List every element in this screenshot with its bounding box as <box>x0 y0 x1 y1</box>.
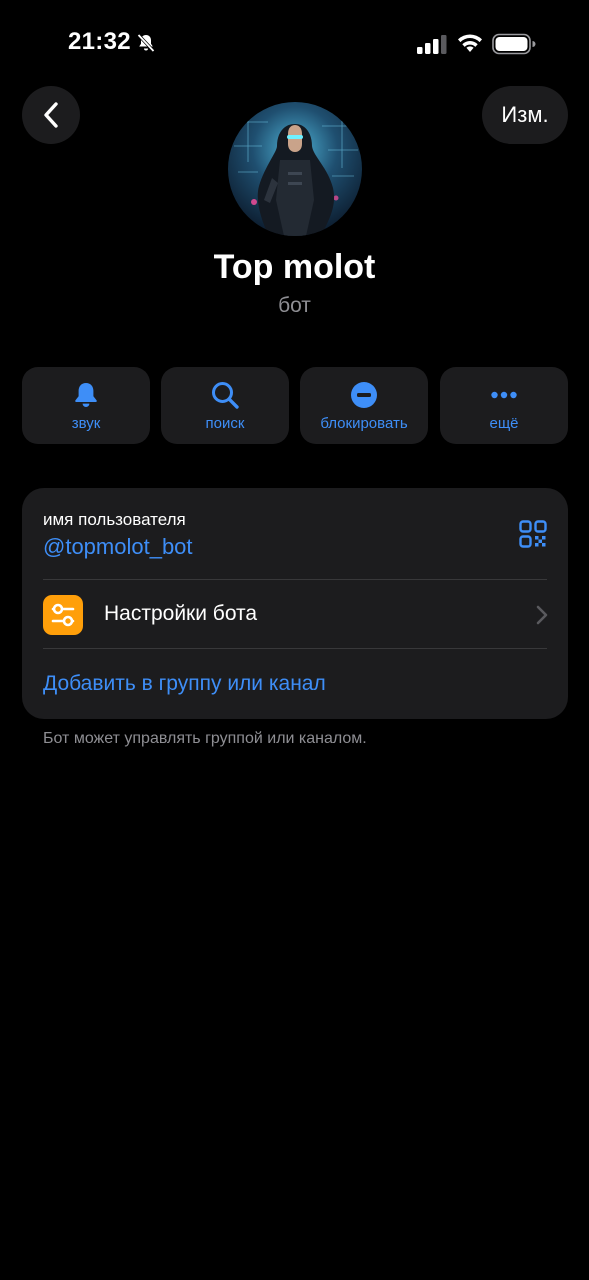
action-bar: звук поиск блокировать ещё <box>22 367 568 444</box>
signal-icon <box>417 35 447 54</box>
status-time: 21:32 <box>68 28 131 55</box>
divider <box>43 648 547 649</box>
settings-sliders-icon <box>43 595 83 635</box>
search-icon <box>212 382 239 409</box>
add-to-group-link[interactable]: Добавить в группу или канал <box>43 672 326 696</box>
search-label: поиск <box>205 415 245 432</box>
bot-profile-screen: 21:32 Изм. Top molot бот звук поиск блок… <box>0 0 589 1280</box>
bot-settings-row[interactable]: Настройки бота <box>22 580 568 648</box>
bot-settings-label: Настройки бота <box>104 602 258 625</box>
block-icon <box>351 382 377 408</box>
wifi-icon <box>458 34 482 52</box>
more-button[interactable]: ещё <box>440 367 568 444</box>
search-button[interactable]: поиск <box>161 367 289 444</box>
mute-button[interactable]: звук <box>22 367 150 444</box>
chevron-left-icon <box>44 102 58 128</box>
avatar-image <box>228 102 362 236</box>
info-card: имя пользователя @topmolot_bot Настройки… <box>22 488 568 719</box>
username-caption: имя пользователя <box>43 510 186 529</box>
block-label: блокировать <box>320 415 408 432</box>
profile-subtitle: бот <box>278 294 311 317</box>
profile-name: Top molot <box>213 248 376 286</box>
mute-label: звук <box>71 415 101 432</box>
block-button[interactable]: блокировать <box>300 367 428 444</box>
footnote: Бот может управлять группой или каналом. <box>43 730 367 747</box>
back-button[interactable] <box>22 86 80 144</box>
chevron-right-icon <box>536 605 548 625</box>
bell-slash-icon <box>137 33 155 53</box>
edit-button[interactable]: Изм. <box>482 86 568 144</box>
username-link[interactable]: @topmolot_bot <box>43 534 193 560</box>
more-label: ещё <box>489 415 519 432</box>
avatar[interactable] <box>228 102 362 236</box>
battery-icon <box>492 33 536 55</box>
qr-code-icon[interactable] <box>519 520 547 548</box>
more-icon <box>491 391 517 399</box>
bell-icon <box>75 383 97 407</box>
